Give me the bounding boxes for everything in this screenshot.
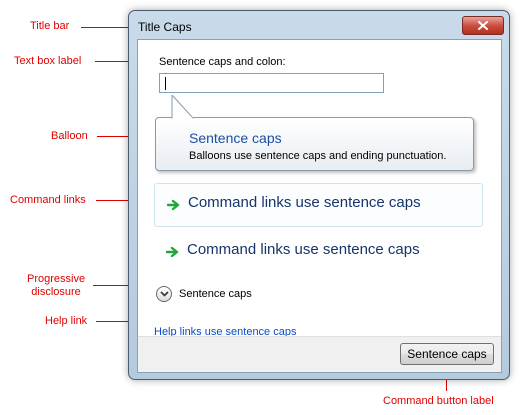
annotation-progressive-disclosure: Progressive disclosure (27, 273, 85, 299)
window-title: Title Caps (138, 20, 192, 34)
disclosure-button[interactable] (156, 286, 172, 302)
dialog-footer: Sentence caps (138, 336, 501, 372)
progressive-disclosure[interactable]: Sentence caps (156, 286, 252, 302)
annotation-title-bar: Title bar (30, 20, 70, 32)
title-bar[interactable]: Title Caps (129, 11, 509, 39)
annotation-command-links: Command links (10, 194, 86, 206)
disclosure-label: Sentence caps (179, 288, 252, 300)
green-arrow-icon (166, 246, 179, 258)
annotation-balloon: Balloon (51, 130, 88, 142)
command-link-2[interactable]: Command links use sentence caps (154, 231, 483, 275)
sentence-caps-input[interactable] (159, 73, 384, 93)
balloon-title: Sentence caps (189, 130, 282, 146)
balloon-body: Balloons use sentence caps and ending pu… (189, 150, 447, 162)
command-link-1[interactable]: Command links use sentence caps (154, 183, 483, 227)
annotation-disclosure-text: disclosure (31, 286, 81, 298)
annotation-help-link: Help link (45, 315, 88, 327)
close-icon (478, 21, 488, 30)
annotation-text-box-label: Text box label (14, 55, 82, 67)
command-link-1-label: Command links use sentence caps (188, 194, 421, 211)
textbox-label: Sentence caps and colon: (159, 56, 286, 68)
close-button[interactable] (462, 16, 504, 35)
balloon-tail (171, 95, 195, 119)
command-link-2-label: Command links use sentence caps (187, 241, 420, 258)
dialog-window: Title Caps Sentence caps and colon: Sent… (128, 10, 510, 380)
chevron-down-icon (159, 291, 169, 297)
balloon-tooltip: Sentence caps Balloons use sentence caps… (155, 95, 474, 171)
dialog-content: Sentence caps and colon: Sentence caps B… (137, 39, 502, 373)
annotation-command-button-label: Command button label (383, 395, 494, 407)
sentence-caps-button[interactable]: Sentence caps (400, 343, 494, 365)
annotation-progressive-text: Progressive (27, 273, 86, 285)
text-caret (165, 77, 166, 90)
green-arrow-icon (167, 199, 180, 211)
